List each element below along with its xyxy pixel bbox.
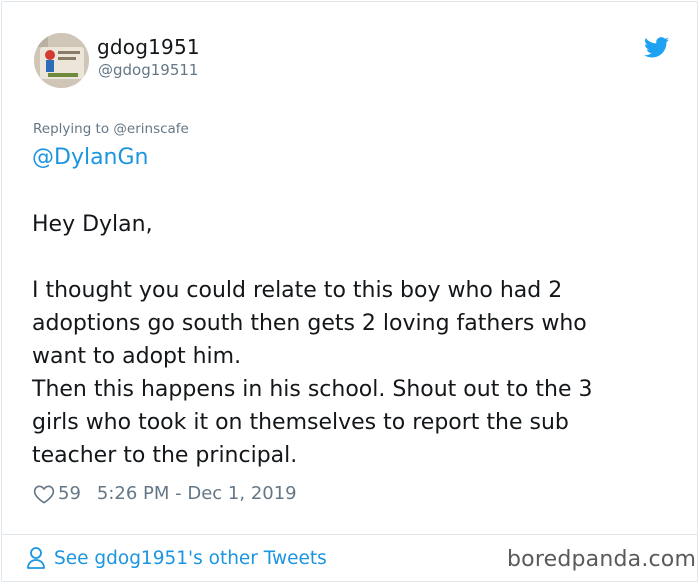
- tweet-line: want to adopt him.: [32, 344, 242, 369]
- tweet-line: I thought you could relate to this boy w…: [32, 278, 563, 303]
- user-handle[interactable]: @gdog19511: [98, 61, 198, 79]
- person-icon: [27, 547, 45, 569]
- heart-icon[interactable]: [33, 484, 55, 504]
- like-count[interactable]: 59: [58, 483, 81, 504]
- avatar[interactable]: [34, 33, 89, 88]
- twitter-bird-icon[interactable]: [644, 37, 669, 58]
- tweet-meta: 59 5:26 PM - Dec 1, 2019: [33, 483, 297, 504]
- tweet-line: teacher to the principal.: [32, 443, 298, 468]
- tweet-line: Then this happens in his school. Shout o…: [32, 377, 593, 402]
- see-other-tweets-label: See gdog1951's other Tweets: [54, 547, 327, 569]
- boredpanda-watermark: boredpanda.com: [507, 547, 697, 572]
- footer-divider: [1, 534, 698, 535]
- tweet-line: adoptions go south then gets 2 loving fa…: [32, 311, 587, 336]
- tweet-timestamp[interactable]: 5:26 PM - Dec 1, 2019: [97, 483, 297, 504]
- replying-to: Replying to @erinscafe: [33, 121, 189, 137]
- tweet-text: Hey Dylan, I thought you could relate to…: [32, 208, 672, 472]
- reply-target-link[interactable]: @erinscafe: [113, 121, 188, 137]
- avatar-image: [34, 33, 89, 88]
- mention-link[interactable]: @DylanGn: [32, 145, 149, 170]
- see-other-tweets-link[interactable]: See gdog1951's other Tweets: [26, 546, 327, 570]
- tweet-line: girls who took it on themselves to repor…: [32, 410, 569, 435]
- tweet-greeting: Hey Dylan,: [32, 212, 153, 237]
- display-name[interactable]: gdog1951: [97, 35, 200, 59]
- replying-prefix: Replying to: [33, 121, 110, 137]
